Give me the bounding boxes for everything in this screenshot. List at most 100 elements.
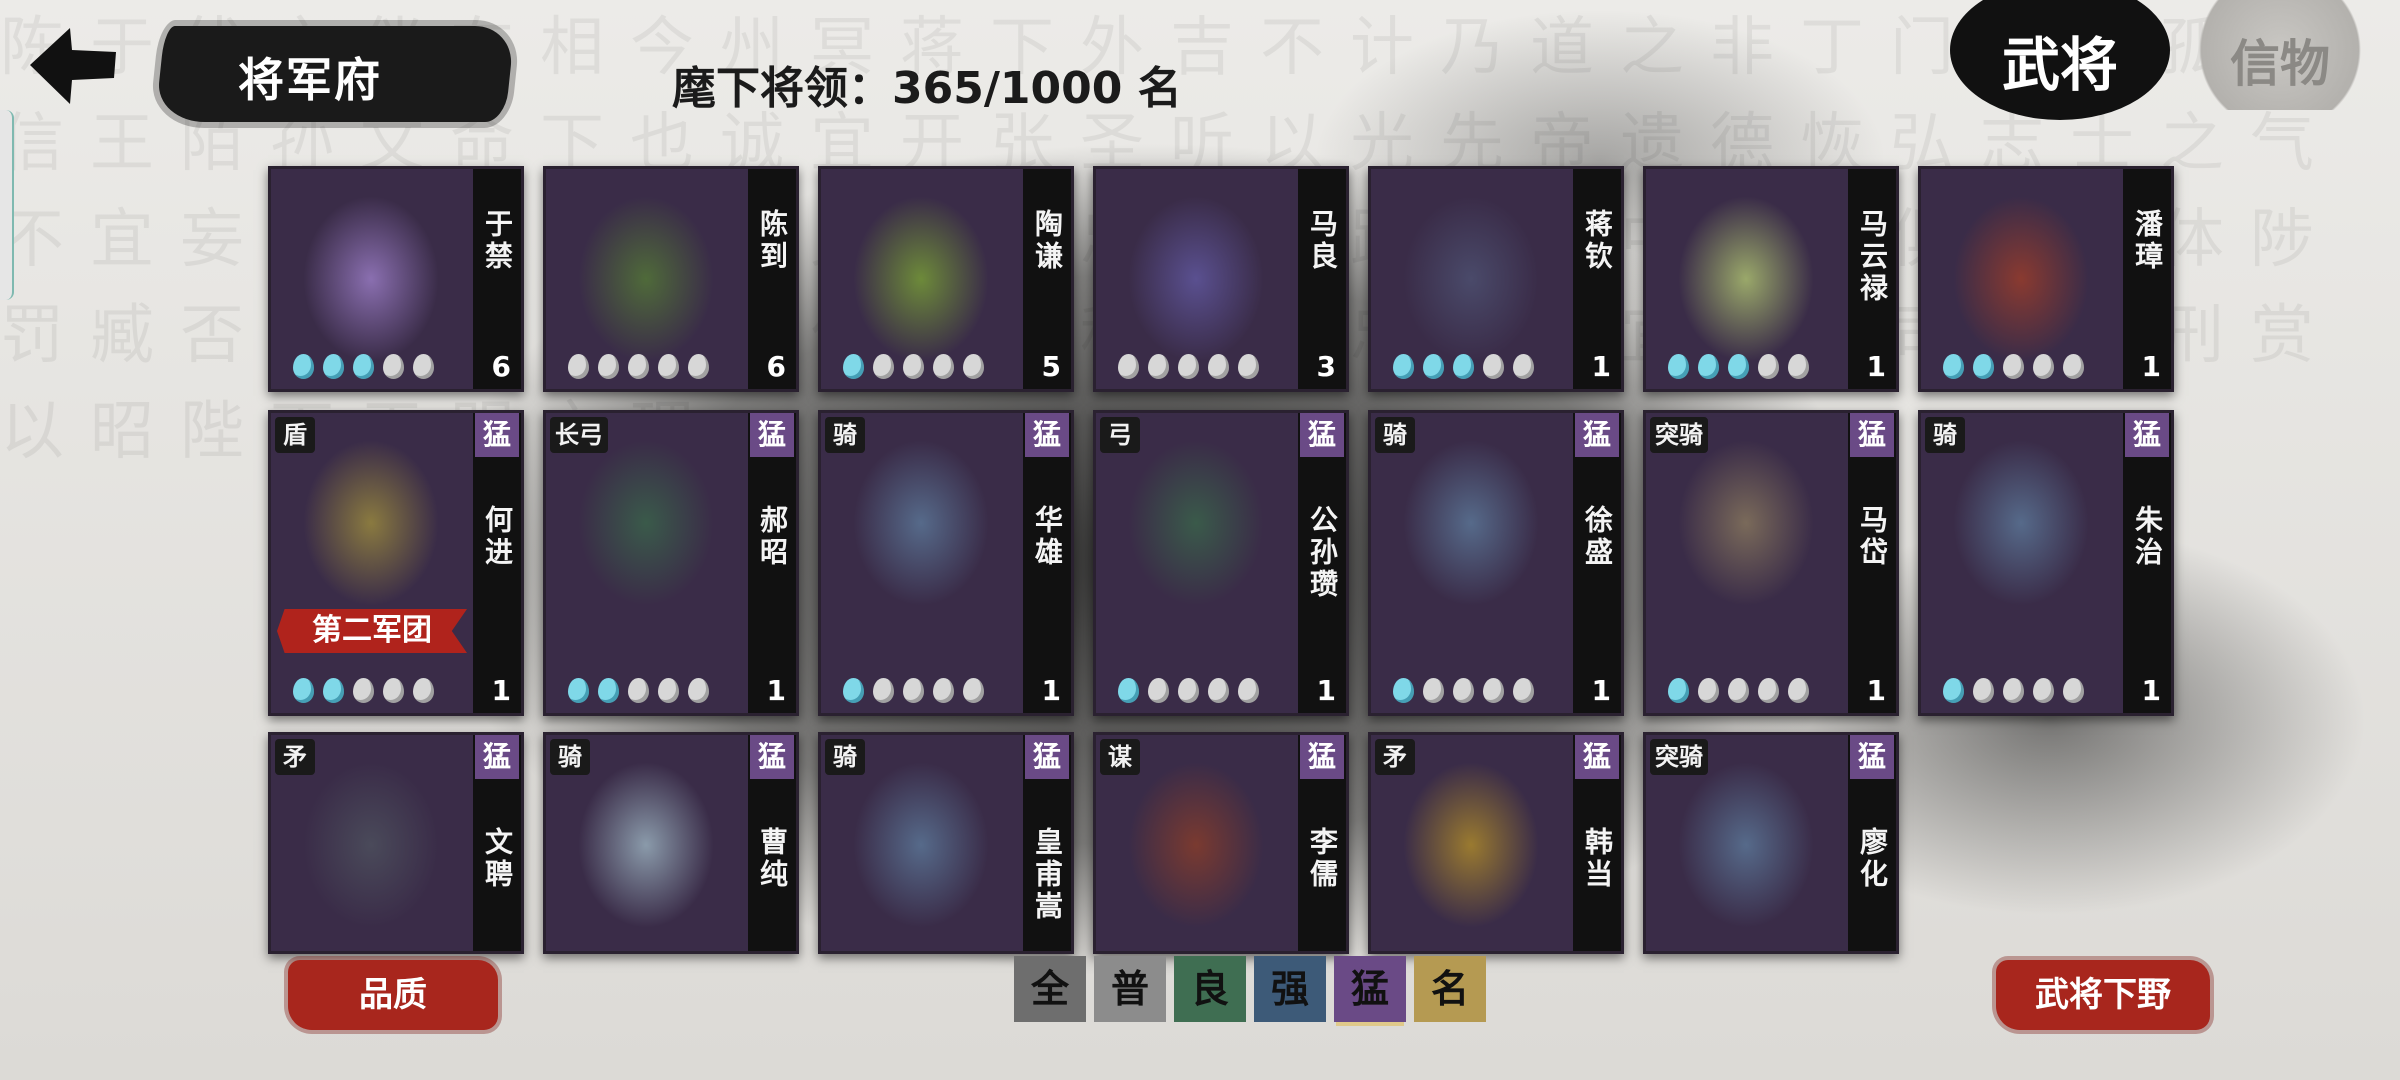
unit-class-tag: 谋 <box>1100 739 1140 775</box>
general-card[interactable]: 猛徐盛 骑 1 <box>1368 410 1624 716</box>
general-name: 李儒 <box>1306 827 1339 891</box>
rank-badge: 猛 <box>475 413 519 457</box>
general-card[interactable]: 陈到 6 <box>543 166 799 392</box>
star-rating <box>1118 354 1259 379</box>
name-strip: 猛廖化 <box>1848 735 1896 951</box>
star-empty-icon <box>1178 354 1199 379</box>
star-rating <box>843 678 984 703</box>
rarity-filter-1[interactable]: 普 <box>1094 956 1166 1022</box>
troop-count-unit: 名 <box>1137 63 1182 114</box>
star-empty-icon <box>903 354 924 379</box>
unit-class-tag: 骑 <box>1375 417 1415 453</box>
general-card[interactable]: 马良 3 <box>1093 166 1349 392</box>
page-title: 将军府 <box>238 53 382 107</box>
star-empty-icon <box>688 678 709 703</box>
rarity-filter-0[interactable]: 全 <box>1014 956 1086 1022</box>
general-card[interactable]: 猛马岱 突骑 1 <box>1643 410 1899 716</box>
general-card[interactable]: 蒋钦 1 <box>1368 166 1624 392</box>
star-empty-icon <box>1118 354 1139 379</box>
star-rating <box>1393 354 1534 379</box>
star-empty-icon <box>1698 678 1719 703</box>
general-card[interactable]: 猛曹纯 骑 <box>543 732 799 954</box>
star-empty-icon <box>1208 354 1229 379</box>
general-name: 朱治 <box>2131 505 2164 569</box>
general-name: 马岱 <box>1856 505 1889 569</box>
star-empty-icon <box>1758 678 1779 703</box>
rank-badge: 猛 <box>475 735 519 779</box>
general-card[interactable]: 猛韩当 矛 <box>1368 732 1624 954</box>
general-name: 公孙瓒 <box>1306 505 1339 601</box>
star-empty-icon <box>413 678 434 703</box>
general-level: 5 <box>1041 350 1061 383</box>
general-card[interactable]: 猛郝昭 长弓 1 <box>543 410 799 716</box>
general-grid: 于禁 6 陈到 6 陶谦 5 马良 3 蒋钦 1 马云禄 1 潘璋 1 猛何进盾第二军团 1 猛郝昭 长弓 1 猛华雄… <box>268 166 2174 956</box>
star-rating <box>1668 354 1809 379</box>
unit-class-tag: 骑 <box>825 739 865 775</box>
rarity-filter-3[interactable]: 强 <box>1254 956 1326 1022</box>
star-filled-icon <box>1698 354 1719 379</box>
general-card[interactable]: 潘璋 1 <box>1918 166 2174 392</box>
rarity-filter-bar: 全普良强猛名 <box>1014 956 1486 1022</box>
unit-class-tag: 骑 <box>1925 417 1965 453</box>
general-card[interactable]: 猛华雄 骑 1 <box>818 410 1074 716</box>
star-empty-icon <box>873 678 894 703</box>
general-level: 6 <box>766 350 786 383</box>
star-empty-icon <box>2033 354 2054 379</box>
army-assignment-banner: 第二军团 <box>277 609 467 653</box>
rank-badge: 猛 <box>2125 413 2169 457</box>
star-empty-icon <box>1483 678 1504 703</box>
general-level: 1 <box>2141 674 2161 707</box>
star-rating <box>1943 354 2084 379</box>
star-empty-icon <box>1973 678 1994 703</box>
rarity-filter-4[interactable]: 猛 <box>1334 956 1406 1022</box>
star-empty-icon <box>658 354 679 379</box>
tab-tokens[interactable]: 信物 <box>2185 0 2375 110</box>
general-card[interactable]: 猛文聘 矛 <box>268 732 524 954</box>
general-card[interactable]: 猛廖化 突骑 <box>1643 732 1899 954</box>
star-empty-icon <box>1788 354 1809 379</box>
star-empty-icon <box>2033 678 2054 703</box>
quality-sort-button[interactable]: 品质 <box>288 960 498 1030</box>
star-empty-icon <box>963 678 984 703</box>
general-card[interactable]: 猛皇甫嵩 骑 <box>818 732 1074 954</box>
star-empty-icon <box>2063 678 2084 703</box>
rarity-filter-5[interactable]: 名 <box>1414 956 1486 1022</box>
unit-class-tag: 突骑 <box>1650 739 1708 775</box>
rank-badge: 猛 <box>1850 735 1894 779</box>
general-portrait <box>1646 413 1848 713</box>
general-name: 陈到 <box>756 209 789 273</box>
star-empty-icon <box>1728 678 1749 703</box>
general-card[interactable]: 于禁 6 <box>268 166 524 392</box>
star-empty-icon <box>658 678 679 703</box>
general-card[interactable]: 猛朱治 骑 1 <box>1918 410 2174 716</box>
back-arrow-icon[interactable] <box>22 20 122 110</box>
star-empty-icon <box>628 354 649 379</box>
star-filled-icon <box>1973 354 1994 379</box>
general-card[interactable]: 马云禄 1 <box>1643 166 1899 392</box>
star-empty-icon <box>873 354 894 379</box>
name-strip: 猛韩当 <box>1573 735 1621 951</box>
dismiss-general-button[interactable]: 武将下野 <box>1996 960 2210 1030</box>
general-name: 华雄 <box>1031 505 1064 569</box>
side-drawer-handle[interactable] <box>0 110 14 300</box>
general-level: 6 <box>491 350 511 383</box>
general-name: 潘璋 <box>2131 209 2164 273</box>
rarity-filter-2[interactable]: 良 <box>1174 956 1246 1022</box>
general-name: 于禁 <box>481 209 514 273</box>
star-filled-icon <box>1393 354 1414 379</box>
star-empty-icon <box>383 678 404 703</box>
unit-class-tag: 盾 <box>275 417 315 453</box>
name-strip: 猛文聘 <box>473 735 521 951</box>
general-portrait <box>546 413 748 713</box>
star-empty-icon <box>1423 678 1444 703</box>
general-card[interactable]: 猛公孙瓒 弓 1 <box>1093 410 1349 716</box>
star-empty-icon <box>1238 678 1259 703</box>
star-empty-icon <box>413 354 434 379</box>
general-card[interactable]: 猛李儒 谋 <box>1093 732 1349 954</box>
general-card[interactable]: 猛何进 盾第二军团 1 <box>268 410 524 716</box>
general-portrait <box>271 413 473 713</box>
name-strip: 猛马岱 <box>1848 413 1896 713</box>
general-card[interactable]: 陶谦 5 <box>818 166 1074 392</box>
star-empty-icon <box>1178 678 1199 703</box>
general-name: 文聘 <box>481 827 514 891</box>
